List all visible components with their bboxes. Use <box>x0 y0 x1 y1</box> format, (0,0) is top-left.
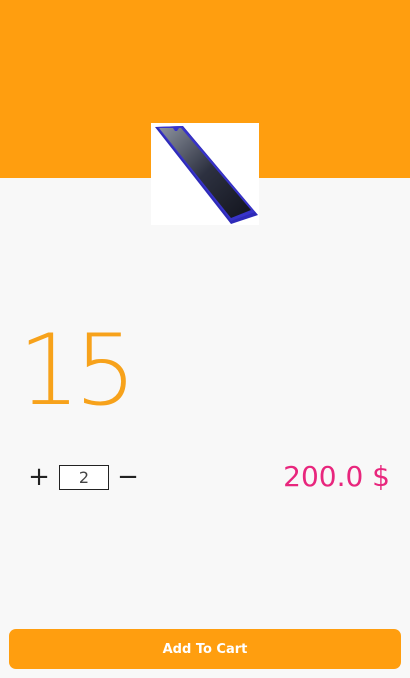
decrement-button[interactable]: − <box>117 463 139 491</box>
increment-button[interactable]: + <box>28 463 50 491</box>
quantity-input[interactable] <box>59 464 109 490</box>
product-name: 15 <box>18 314 137 428</box>
quantity-stepper: + − <box>28 463 139 491</box>
add-to-cart-button[interactable]: Add To Cart <box>9 629 401 669</box>
product-image <box>151 123 259 225</box>
smartphone-icon <box>155 126 258 224</box>
product-price: 200.0 $ <box>283 460 390 493</box>
